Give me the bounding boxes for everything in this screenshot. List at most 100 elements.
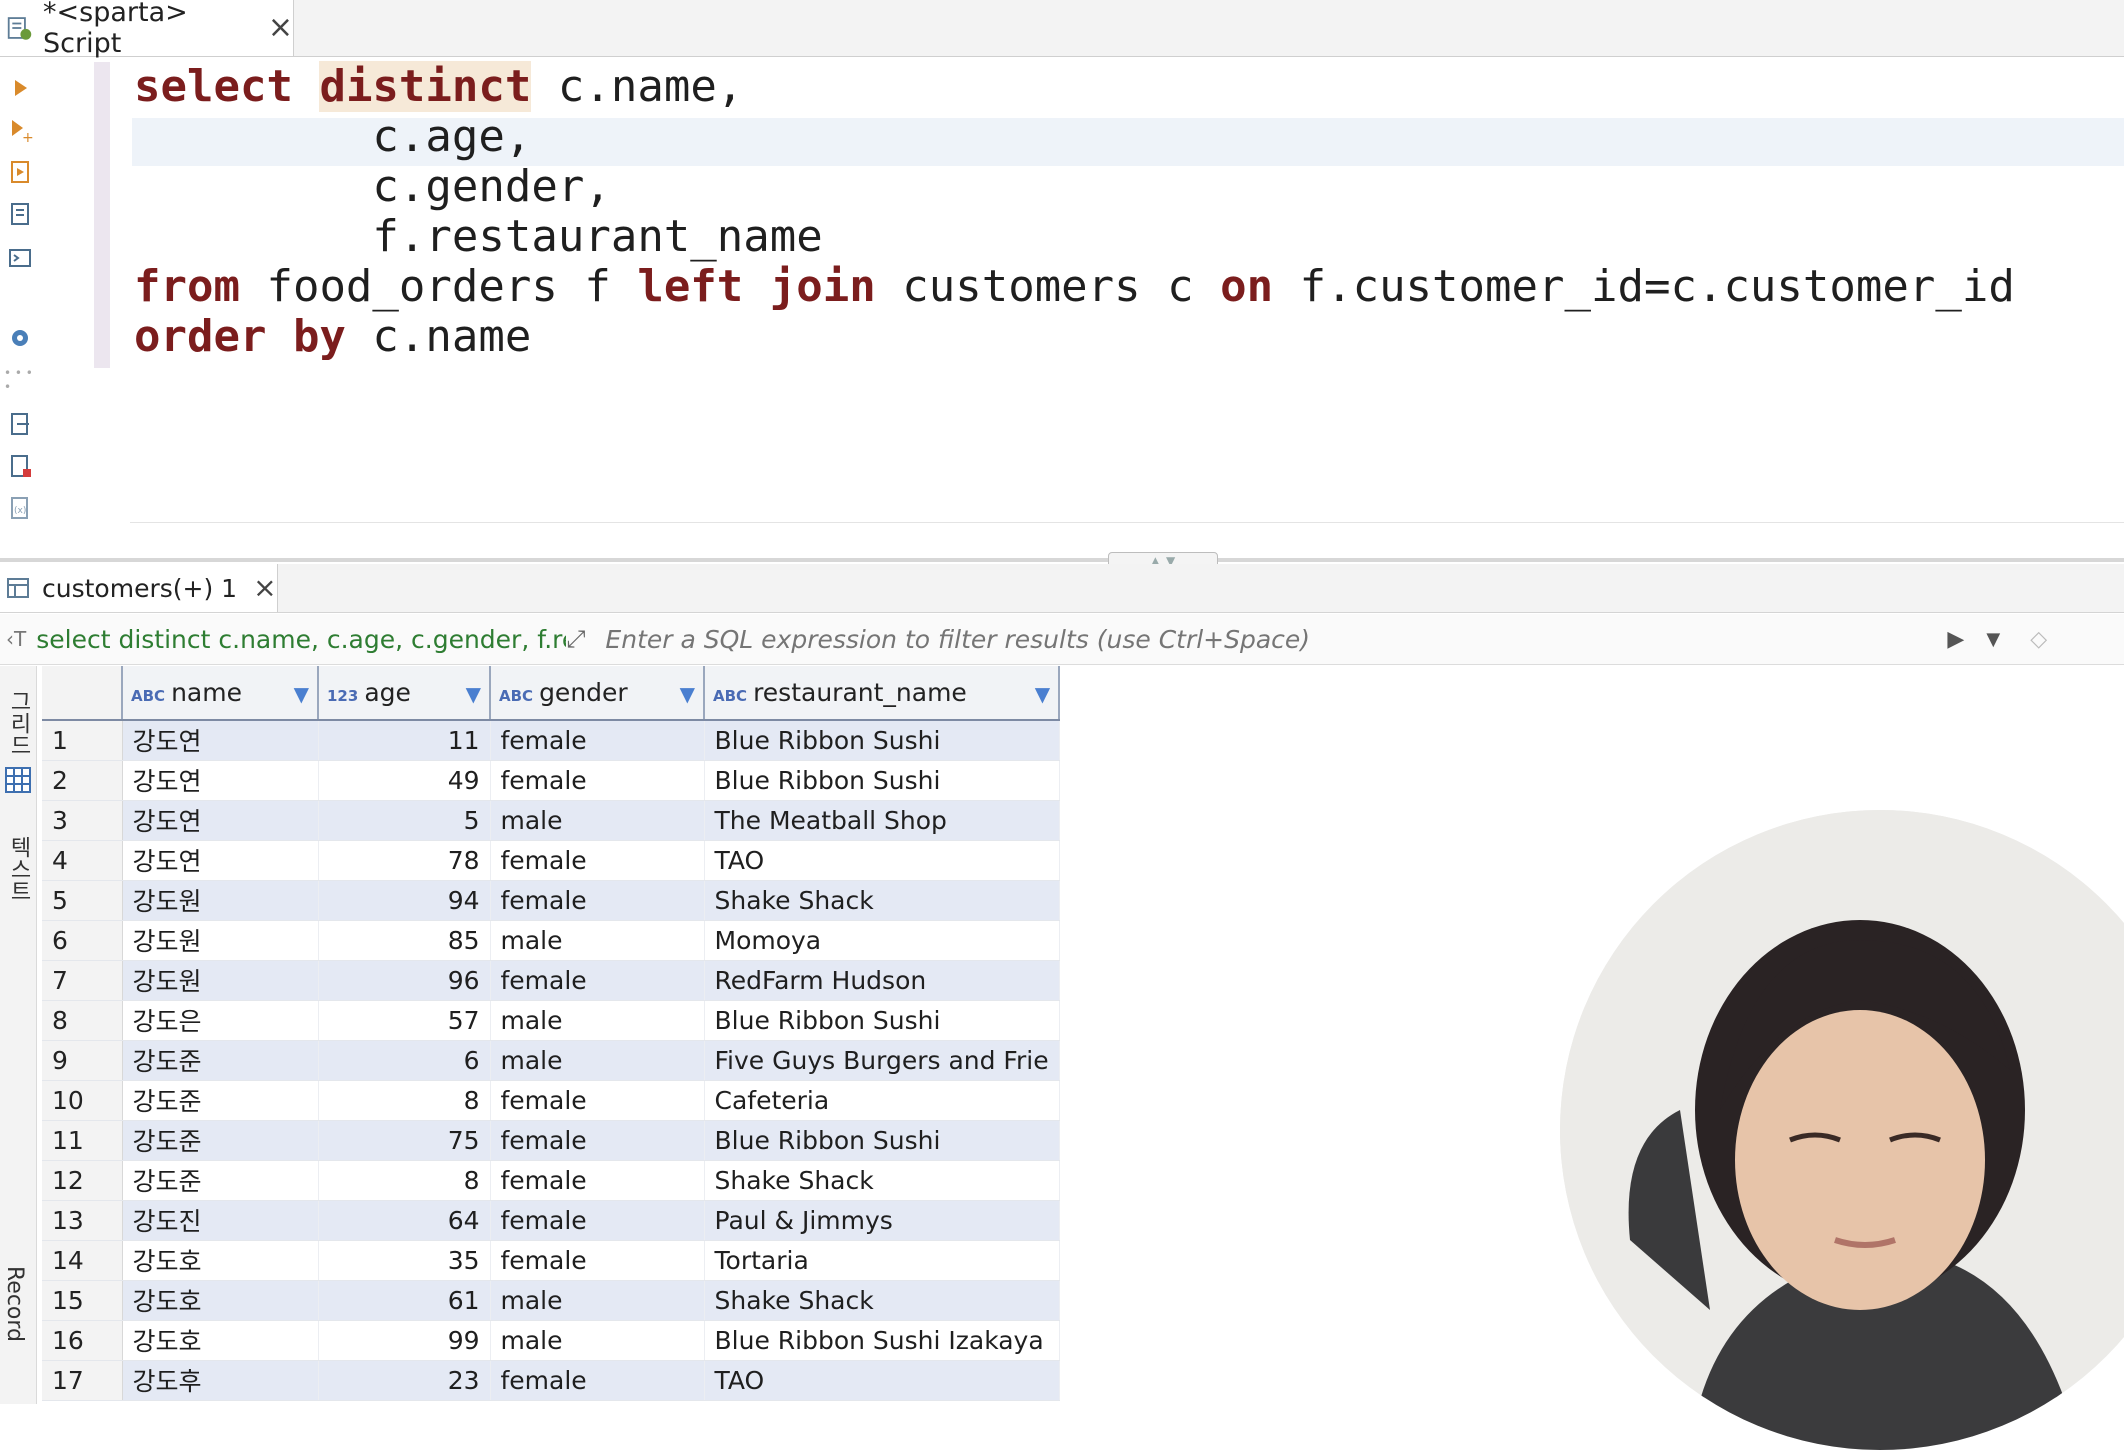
editor-tab-script[interactable]: *<sparta> Script ×	[0, 0, 294, 59]
column-header-gender[interactable]: ABC gender ▼	[490, 666, 705, 721]
cell-name[interactable]: 강도호	[122, 1240, 319, 1281]
cell-age[interactable]: 5	[318, 800, 491, 841]
cell-gender[interactable]: male	[490, 920, 705, 961]
cell-restaurant-name[interactable]: Tortaria	[704, 1240, 1060, 1281]
table-row[interactable]: 8 강도은 57 male Blue Ribbon Sushi	[42, 1000, 1060, 1041]
export-icon[interactable]	[4, 408, 36, 440]
cell-restaurant-name[interactable]: Shake Shack	[704, 880, 1060, 921]
cell-restaurant-name[interactable]: TAO	[704, 840, 1060, 881]
table-row[interactable]: 11 강도준 75 female Blue Ribbon Sushi	[42, 1120, 1060, 1161]
row-number[interactable]: 7	[42, 960, 123, 1001]
cell-name[interactable]: 강도준	[122, 1080, 319, 1121]
row-number[interactable]: 15	[42, 1280, 123, 1321]
cell-gender[interactable]: male	[490, 1040, 705, 1081]
filter-dropdown-icon[interactable]: ▼	[466, 682, 481, 706]
close-icon[interactable]: ×	[253, 574, 276, 602]
row-number[interactable]: 8	[42, 1000, 123, 1041]
filter-history-icon[interactable]: ▼	[1986, 629, 2000, 650]
table-row[interactable]: 3 강도연 5 male The Meatball Shop	[42, 800, 1060, 841]
sql-editor[interactable]: select distinct c.name, c.age, c.gender,…	[134, 61, 2015, 362]
row-number[interactable]: 10	[42, 1080, 123, 1121]
gear-icon[interactable]	[4, 322, 36, 354]
cell-restaurant-name[interactable]: TAO	[704, 1360, 1060, 1401]
cell-gender[interactable]: male	[490, 800, 705, 841]
cell-name[interactable]: 강도호	[122, 1320, 319, 1361]
cell-restaurant-name[interactable]: Cafeteria	[704, 1080, 1060, 1121]
clear-filter-icon[interactable]: ◇	[2030, 627, 2047, 652]
variables-icon[interactable]: (x)	[4, 492, 36, 524]
cell-name[interactable]: 강도준	[122, 1120, 319, 1161]
row-number[interactable]: 13	[42, 1200, 123, 1241]
expand-icon[interactable]: ⤢	[566, 625, 585, 653]
cell-gender[interactable]: male	[490, 1000, 705, 1041]
row-number[interactable]: 3	[42, 800, 123, 841]
cell-restaurant-name[interactable]: Shake Shack	[704, 1160, 1060, 1201]
cell-gender[interactable]: female	[490, 760, 705, 801]
table-row[interactable]: 14 강도호 35 female Tortaria	[42, 1240, 1060, 1281]
cell-age[interactable]: 8	[318, 1160, 491, 1201]
row-number[interactable]: 4	[42, 840, 123, 881]
table-row[interactable]: 15 강도호 61 male Shake Shack	[42, 1280, 1060, 1321]
cell-restaurant-name[interactable]: Five Guys Burgers and Frie	[704, 1040, 1060, 1081]
cell-name[interactable]: 강도연	[122, 760, 319, 801]
row-number[interactable]: 12	[42, 1160, 123, 1201]
cell-gender[interactable]: female	[490, 840, 705, 881]
cell-gender[interactable]: female	[490, 960, 705, 1001]
cell-restaurant-name[interactable]: Blue Ribbon Sushi	[704, 1120, 1060, 1161]
cell-name[interactable]: 강도연	[122, 720, 319, 761]
filter-dropdown-icon[interactable]: ▼	[1035, 682, 1050, 706]
cell-name[interactable]: 강도은	[122, 1000, 319, 1041]
cell-restaurant-name[interactable]: Paul & Jimmys	[704, 1200, 1060, 1241]
cell-restaurant-name[interactable]: The Meatball Shop	[704, 800, 1060, 841]
table-row[interactable]: 13 강도진 64 female Paul & Jimmys	[42, 1200, 1060, 1241]
cell-name[interactable]: 강도후	[122, 1360, 319, 1401]
apply-filter-icon[interactable]: ▶	[1947, 627, 1964, 652]
row-number[interactable]: 14	[42, 1240, 123, 1281]
table-row[interactable]: 4 강도연 78 female TAO	[42, 840, 1060, 881]
cell-gender[interactable]: female	[490, 1160, 705, 1201]
cell-gender[interactable]: female	[490, 720, 705, 761]
cell-age[interactable]: 78	[318, 840, 491, 881]
load-plan-icon[interactable]	[4, 198, 36, 230]
cell-restaurant-name[interactable]: Blue Ribbon Sushi	[704, 1000, 1060, 1041]
cell-age[interactable]: 49	[318, 760, 491, 801]
cell-age[interactable]: 94	[318, 880, 491, 921]
cell-age[interactable]: 35	[318, 1240, 491, 1281]
table-row[interactable]: 6 강도원 85 male Momoya	[42, 920, 1060, 961]
table-row[interactable]: 12 강도준 8 female Shake Shack	[42, 1160, 1060, 1201]
cell-gender[interactable]: female	[490, 1080, 705, 1121]
cell-name[interactable]: 강도원	[122, 960, 319, 1001]
cell-age[interactable]: 6	[318, 1040, 491, 1081]
grid-icon[interactable]	[4, 766, 32, 794]
row-number[interactable]: 1	[42, 720, 123, 761]
cell-gender[interactable]: female	[490, 1200, 705, 1241]
cell-restaurant-name[interactable]: Blue Ribbon Sushi	[704, 760, 1060, 801]
cell-restaurant-name[interactable]: Shake Shack	[704, 1280, 1060, 1321]
table-row[interactable]: 9 강도준 6 male Five Guys Burgers and Frie	[42, 1040, 1060, 1081]
row-number[interactable]: 11	[42, 1120, 123, 1161]
cell-restaurant-name[interactable]: Momoya	[704, 920, 1060, 961]
table-row[interactable]: 1 강도연 11 female Blue Ribbon Sushi	[42, 720, 1060, 761]
cell-name[interactable]: 강도원	[122, 880, 319, 921]
cell-restaurant-name[interactable]: Blue Ribbon Sushi Izakaya	[704, 1320, 1060, 1361]
table-row[interactable]: 17 강도후 23 female TAO	[42, 1360, 1060, 1401]
table-row[interactable]: 5 강도원 94 female Shake Shack	[42, 880, 1060, 921]
panel-splitter[interactable]	[0, 558, 2124, 562]
cell-restaurant-name[interactable]: Blue Ribbon Sushi	[704, 720, 1060, 761]
cell-age[interactable]: 64	[318, 1200, 491, 1241]
cell-age[interactable]: 61	[318, 1280, 491, 1321]
run-icon[interactable]	[4, 72, 36, 104]
cell-gender[interactable]: female	[490, 1120, 705, 1161]
row-number[interactable]: 6	[42, 920, 123, 961]
table-row[interactable]: 16 강도호 99 male Blue Ribbon Sushi Izakaya	[42, 1320, 1060, 1361]
cell-name[interactable]: 강도원	[122, 920, 319, 961]
column-header-name[interactable]: ABC name ▼	[122, 666, 319, 721]
table-row[interactable]: 2 강도연 49 female Blue Ribbon Sushi	[42, 760, 1060, 801]
filter-dropdown-icon[interactable]: ▼	[294, 682, 309, 706]
filter-input[interactable]	[603, 623, 1938, 655]
error-log-icon[interactable]	[4, 450, 36, 482]
run-script-icon[interactable]: +	[4, 114, 36, 146]
cell-gender[interactable]: male	[490, 1280, 705, 1321]
results-grid[interactable]: ABC name ▼ 123 age ▼ ABC gender ▼ ABC restauran…	[42, 666, 1061, 1401]
cell-gender[interactable]: female	[490, 1360, 705, 1401]
